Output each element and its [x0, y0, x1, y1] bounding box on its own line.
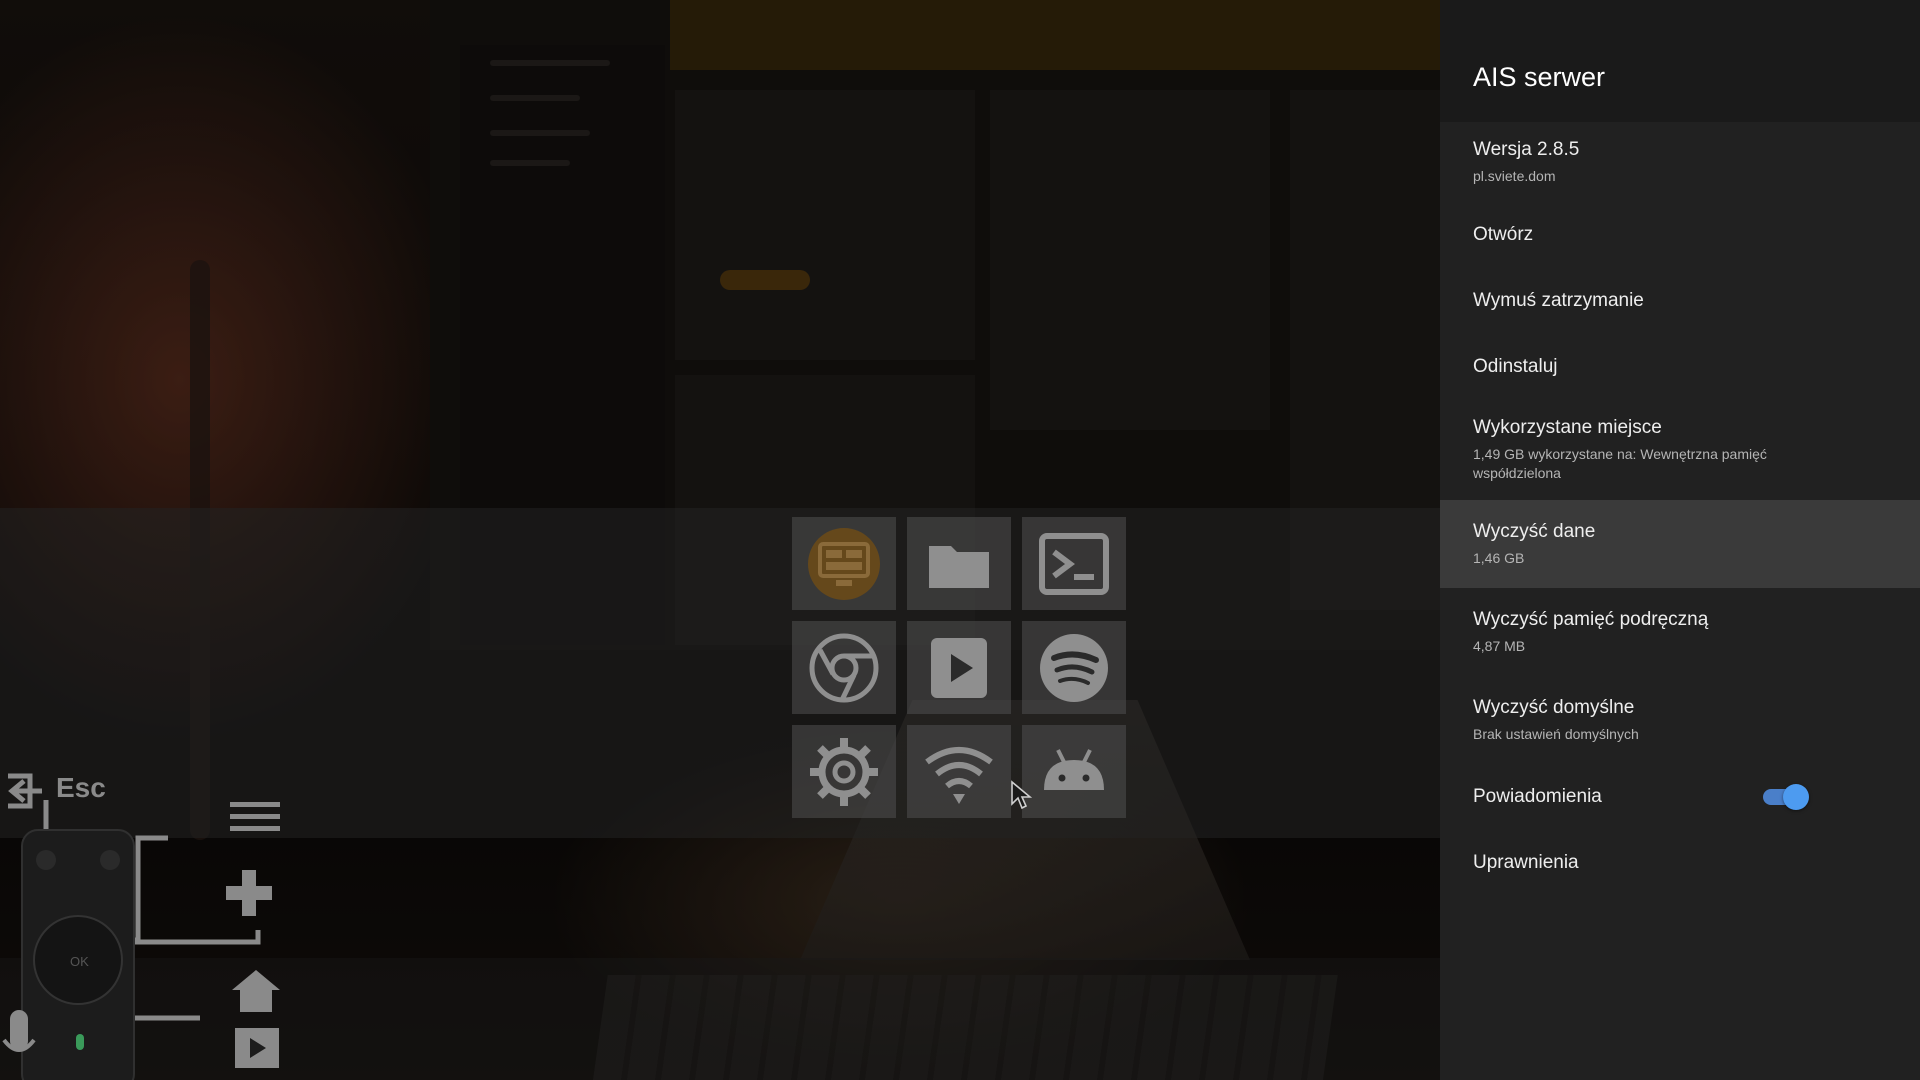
version-label: Wersja 2.8.5	[1473, 138, 1580, 160]
open-label: Otwórz	[1473, 224, 1534, 245]
clear-cache-button[interactable]: Wyczyść pamięć podręczną 4,87 MB	[1440, 588, 1920, 676]
play-icon[interactable]	[907, 621, 1011, 714]
permissions-label: Uprawnienia	[1473, 852, 1579, 873]
notifications-label: Powiadomienia	[1473, 786, 1602, 807]
android-icon[interactable]	[1022, 725, 1126, 818]
clear-cache-size: 4,87 MB	[1473, 637, 1526, 654]
dashboard-app-icon[interactable]	[792, 517, 896, 610]
remote-hint: OK Esc	[0, 760, 300, 1080]
uninstall-label: Odinstaluj	[1473, 356, 1558, 377]
wifi-icon[interactable]	[907, 725, 1011, 818]
package-name: pl.sviete.dom	[1473, 167, 1556, 184]
chrome-icon[interactable]	[792, 621, 896, 714]
mouse-cursor-icon	[1010, 780, 1033, 817]
gear-icon[interactable]	[792, 725, 896, 818]
storage-row[interactable]: Wykorzystane miejsce 1,49 GB wykorzystan…	[1440, 400, 1920, 500]
clear-data-size: 1,46 GB	[1473, 549, 1525, 566]
remote-hint-graphic: OK	[2, 773, 280, 1080]
clear-defaults-label: Wyczyść domyślne	[1473, 696, 1635, 718]
clear-data-label: Wyczyść dane	[1473, 520, 1596, 542]
storage-sub: 1,49 GB wykorzystane na: Wewnętrzna pami…	[1473, 446, 1767, 481]
app-grid	[792, 517, 1126, 818]
panel-header: AIS serwer	[1440, 0, 1920, 122]
open-button[interactable]: Otwórz	[1440, 202, 1920, 268]
esc-label: Esc	[56, 772, 106, 803]
permissions-button[interactable]: Uprawnienia	[1440, 830, 1920, 896]
force-stop-label: Wymuś zatrzymanie	[1473, 290, 1644, 311]
clear-defaults-button[interactable]: Wyczyść domyślne Brak ustawień domyślnyc…	[1440, 676, 1920, 764]
notifications-row[interactable]: Powiadomienia	[1440, 764, 1920, 830]
clear-cache-label: Wyczyść pamięć podręczną	[1473, 608, 1709, 630]
notifications-toggle[interactable]	[1761, 783, 1809, 811]
folder-icon[interactable]	[907, 517, 1011, 610]
force-stop-button[interactable]: Wymuś zatrzymanie	[1440, 268, 1920, 334]
spotify-icon[interactable]	[1022, 621, 1126, 714]
clear-defaults-sub: Brak ustawień domyślnych	[1473, 725, 1639, 742]
uninstall-button[interactable]: Odinstaluj	[1440, 334, 1920, 400]
storage-label: Wykorzystane miejsce	[1473, 417, 1662, 438]
svg-text:OK: OK	[70, 954, 89, 969]
version-row[interactable]: Wersja 2.8.5 pl.sviete.dom	[1440, 122, 1920, 202]
panel-title: AIS serwer	[1473, 62, 1606, 92]
clear-data-button[interactable]: Wyczyść dane 1,46 GB	[1440, 500, 1920, 588]
terminal-icon[interactable]	[1022, 517, 1126, 610]
app-info-panel: AIS serwer Wersja 2.8.5 pl.sviete.dom Ot…	[1440, 0, 1920, 1080]
